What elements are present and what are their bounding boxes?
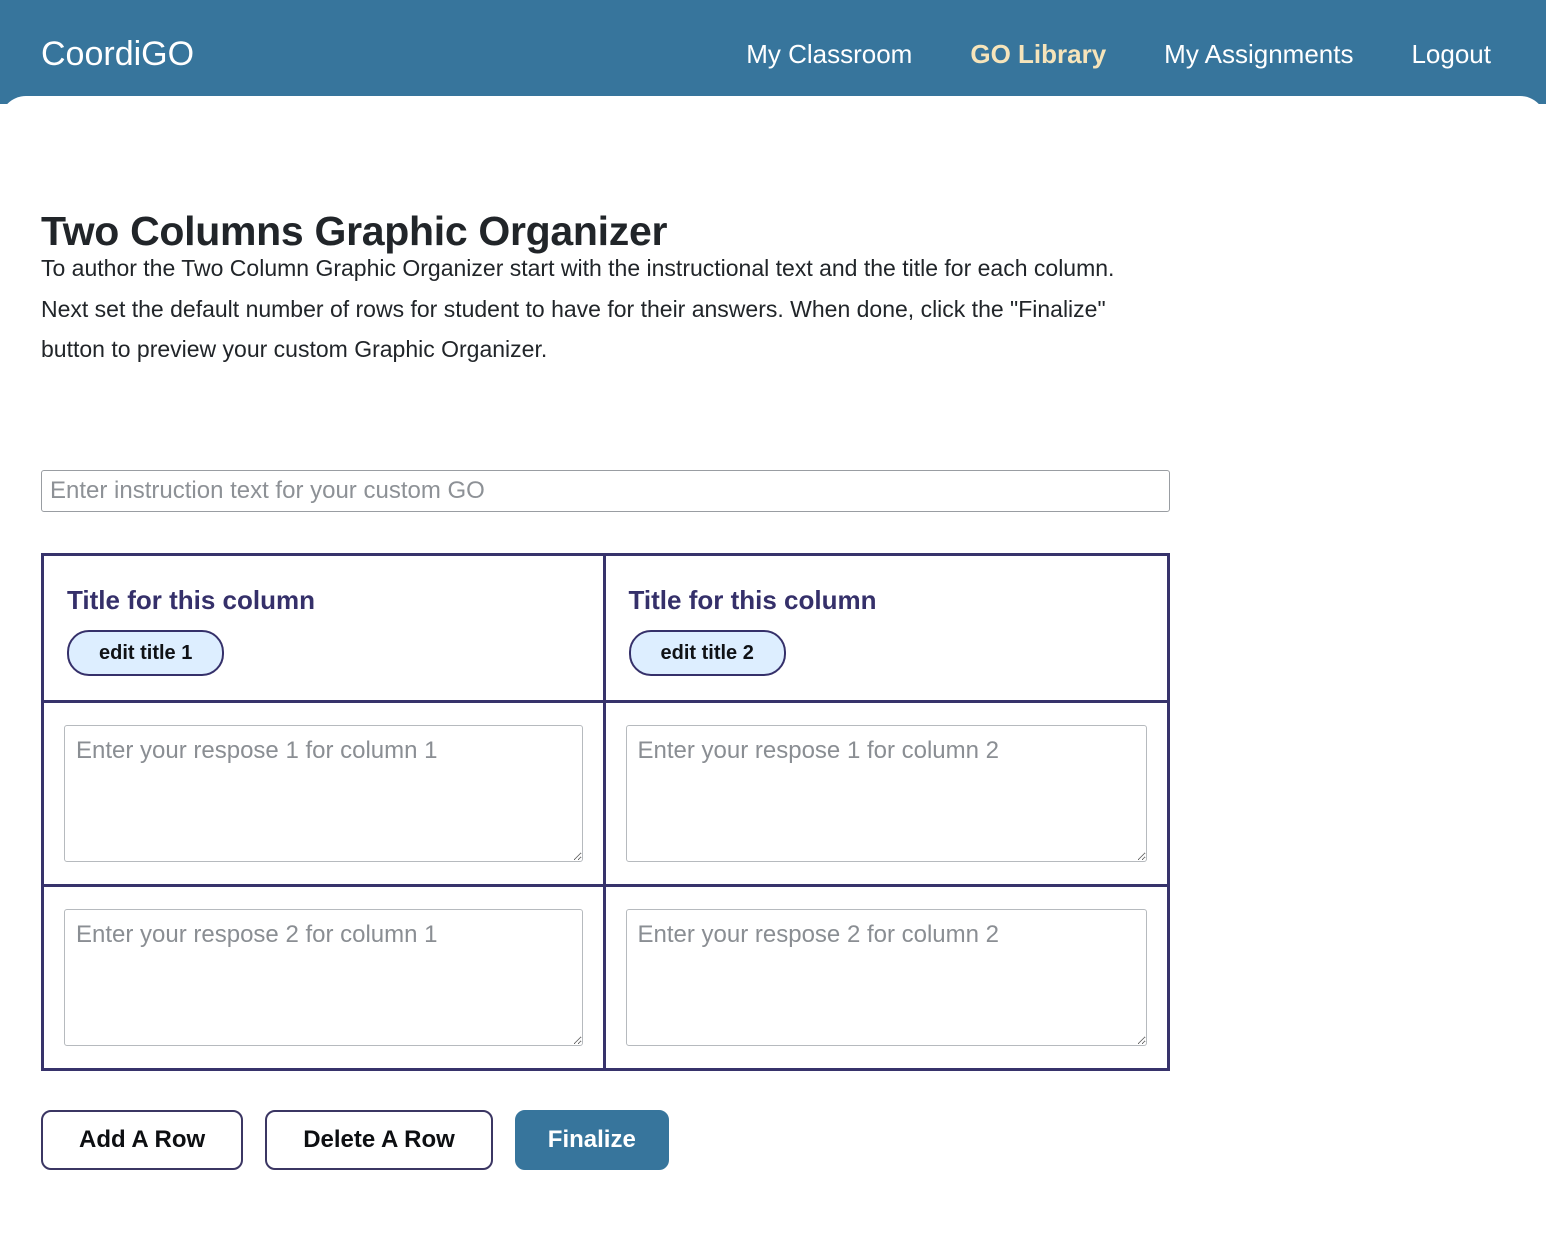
nav-item-my-assignments[interactable]: My Assignments [1135,38,1382,70]
organizer-header-cell-2: Title for this column edit title 2 [606,556,1168,700]
nav-item-logout[interactable]: Logout [1382,38,1491,70]
column-2-title: Title for this column [628,585,877,615]
two-column-organizer: Title for this column edit title 1 Title… [41,553,1170,1071]
response-textarea-r1c2[interactable] [625,725,1147,862]
organizer-row [44,703,1167,884]
edit-title-1-button[interactable]: edit title 1 [67,630,225,676]
primary-nav: My Classroom GO Library My Assignments L… [717,38,1491,70]
delete-a-row-button[interactable]: Delete A Row [265,1110,493,1170]
response-textarea-r2c1[interactable] [64,909,583,1046]
column-1-title: Title for this column [67,585,315,615]
description-line-2: Next set the default number of rows for … [41,295,1106,363]
finalize-button[interactable]: Finalize [514,1110,669,1170]
organizer-row [44,884,1167,1068]
nav-item-go-library[interactable]: GO Library [941,38,1135,70]
add-a-row-button[interactable]: Add A Row [41,1110,244,1170]
organizer-cell [606,887,1168,1068]
response-textarea-r1c1[interactable] [64,725,583,862]
content-sheet: Two Columns Graphic Organizer To author … [0,96,1546,1258]
organizer-cell [44,887,606,1068]
page-description: To author the Two Column Graphic Organiz… [41,248,1171,370]
brand-logo[interactable]: CoordiGO [41,34,194,74]
organizer-cell [44,703,606,884]
organizer-header-row: Title for this column edit title 1 Title… [44,556,1167,703]
response-textarea-r2c2[interactable] [625,909,1147,1046]
action-button-bar: Add A Row Delete A Row Finalize [41,1110,669,1170]
edit-title-2-button[interactable]: edit title 2 [628,630,786,676]
organizer-cell [606,703,1168,884]
organizer-header-cell-1: Title for this column edit title 1 [44,556,606,700]
nav-item-my-classroom[interactable]: My Classroom [717,38,941,70]
instruction-text-input[interactable] [41,470,1170,512]
top-navbar: CoordiGO My Classroom GO Library My Assi… [0,0,1546,104]
description-line-1: To author the Two Column Graphic Organiz… [41,255,1115,281]
